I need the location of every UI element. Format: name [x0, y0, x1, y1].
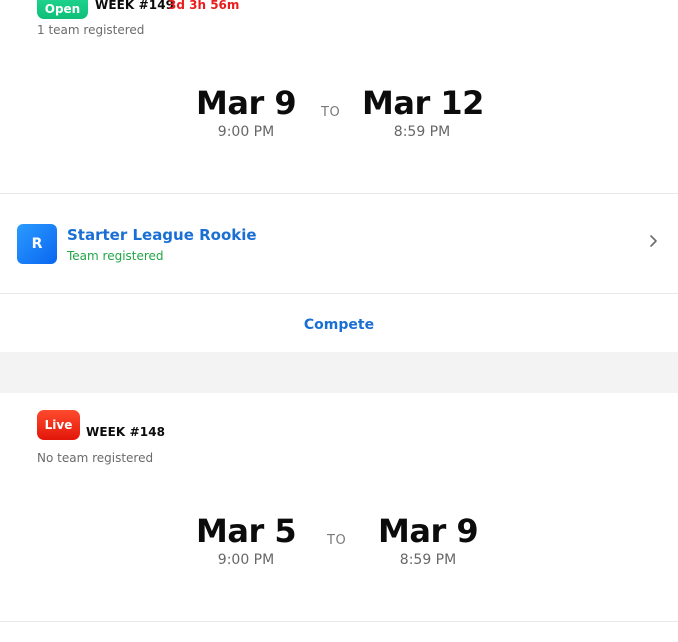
start-date: Mar 5: [196, 512, 297, 550]
section-gap: [0, 352, 678, 393]
status-badge-label: Open: [44, 2, 81, 16]
team-avatar: R: [17, 224, 57, 264]
registered-team-row[interactable]: R Starter League Rookie Team registered: [0, 194, 678, 293]
end-date-block: Mar 9 8:59 PM: [378, 512, 479, 568]
status-badge-open: Open: [37, 0, 88, 19]
start-date-block: Mar 9 9:00 PM: [196, 84, 297, 140]
date-separator: TO: [321, 105, 341, 120]
team-status: Team registered: [67, 249, 164, 263]
end-date-block: Mar 12 8:59 PM: [362, 84, 484, 140]
registration-note: No team registered: [37, 451, 154, 465]
week-number: WEEK #149: [95, 0, 175, 12]
start-date-block: Mar 5 9:00 PM: [196, 512, 297, 568]
registration-note: 1 team registered: [37, 23, 145, 37]
divider: [0, 621, 678, 622]
compete-button[interactable]: Compete: [0, 294, 678, 352]
end-date: Mar 9: [378, 512, 479, 550]
start-date: Mar 9: [196, 84, 297, 122]
team-avatar-initial: R: [31, 236, 43, 252]
end-time: 8:59 PM: [399, 552, 457, 568]
chevron-right-icon: [650, 235, 657, 247]
status-badge-live: Live: [37, 410, 80, 440]
tournament-card-week-148: Live WEEK #148 No team registered Mar 5 …: [0, 393, 678, 642]
date-separator: TO: [327, 533, 347, 548]
start-time: 9:00 PM: [217, 124, 275, 140]
tournament-card-week-149: Open WEEK #149 3d 3h 56m 1 team register…: [0, 0, 678, 352]
countdown-timer: 3d 3h 56m: [168, 0, 240, 12]
start-time: 9:00 PM: [217, 552, 275, 568]
end-date: Mar 12: [362, 84, 484, 122]
end-time: 8:59 PM: [393, 124, 451, 140]
team-name: Starter League Rookie: [67, 226, 257, 244]
week-number: WEEK #148: [86, 425, 166, 439]
